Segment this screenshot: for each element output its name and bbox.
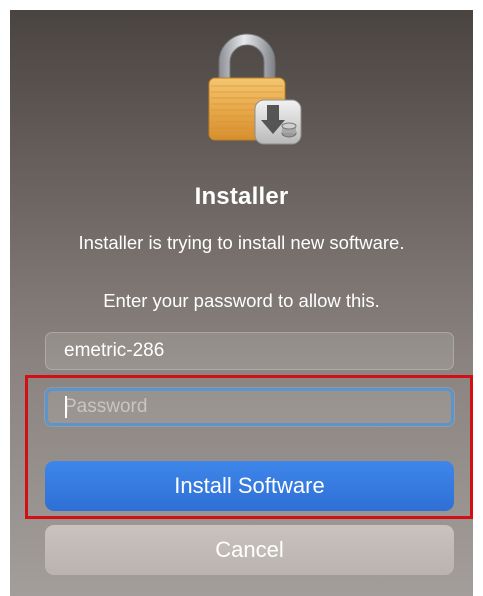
installer-badge-icon: [254, 99, 302, 145]
username-field[interactable]: emetric-286: [45, 332, 454, 370]
dialog-title: Installer: [194, 183, 289, 210]
password-prompt: Enter your password to allow this.: [103, 290, 380, 311]
highlight-box: [25, 375, 473, 519]
lock-with-installer-badge-icon: [197, 30, 307, 150]
screenshot-frame: Installer Installer is trying to install…: [0, 0, 483, 596]
dialog-message: Installer is trying to install new softw…: [78, 232, 405, 253]
cancel-button[interactable]: Cancel: [45, 525, 454, 575]
lock-icon: [208, 33, 302, 145]
